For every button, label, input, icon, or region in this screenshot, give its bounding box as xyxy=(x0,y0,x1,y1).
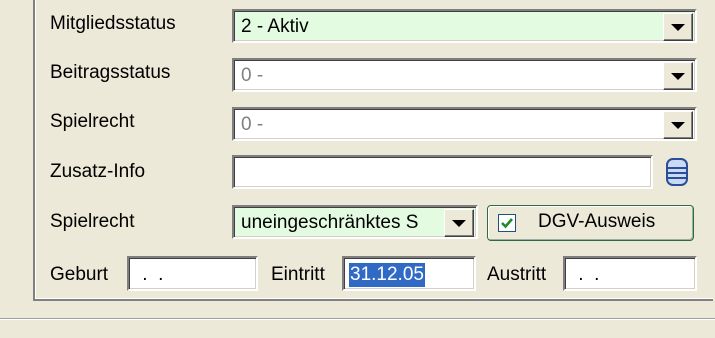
geburt-input[interactable]: . . xyxy=(127,256,258,291)
eintritt-value: 31.12.05 xyxy=(349,263,425,287)
geburt-value: . . xyxy=(137,264,164,285)
geburt-label: Geburt xyxy=(50,264,109,285)
divider xyxy=(0,318,715,320)
spielrecht2-select[interactable]: uneingeschränktes S xyxy=(232,205,478,239)
zusatzinfo-list-button[interactable] xyxy=(662,155,692,189)
mitgliedsstatus-select[interactable]: 2 - Aktiv xyxy=(232,9,697,43)
eintritt-label: Eintritt xyxy=(271,264,325,285)
triangle-down-icon xyxy=(671,121,685,129)
spielrecht2-label: Spielrecht xyxy=(50,211,135,232)
mitgliedsstatus-value: 2 - Aktiv xyxy=(241,16,309,37)
spielrecht-select[interactable]: 0 - xyxy=(232,107,697,141)
checkmark-icon xyxy=(501,218,513,229)
austritt-value: . . xyxy=(573,264,600,285)
austritt-input[interactable]: . . xyxy=(563,256,697,291)
beitragsstatus-select[interactable]: 0 - xyxy=(232,58,697,92)
list-icon xyxy=(666,158,688,186)
beitragsstatus-value: 0 - xyxy=(241,65,264,86)
dgv-ausweis-button[interactable]: DGV-Ausweis xyxy=(487,205,694,241)
spielrecht2-dropdown-button[interactable] xyxy=(444,209,474,237)
mitgliedsstatus-dropdown-button[interactable] xyxy=(663,13,693,41)
mitgliedsstatus-label: Mitgliedsstatus xyxy=(50,13,176,34)
spielrecht-dropdown-button[interactable] xyxy=(663,111,693,139)
eintritt-input[interactable]: 31.12.05 xyxy=(342,256,476,291)
zusatzinfo-label: Zusatz-Info xyxy=(50,161,146,182)
triangle-down-icon xyxy=(452,219,466,227)
triangle-down-icon xyxy=(671,72,685,80)
triangle-down-icon xyxy=(671,23,685,31)
beitragsstatus-dropdown-button[interactable] xyxy=(663,62,693,90)
spielrecht-value: 0 - xyxy=(241,114,264,135)
dgv-ausweis-label: DGV-Ausweis xyxy=(538,211,656,232)
dgv-ausweis-checkbox[interactable] xyxy=(498,214,516,232)
zusatzinfo-input[interactable] xyxy=(232,155,653,189)
spielrecht2-value: uneingeschränktes S xyxy=(241,212,419,233)
spielrecht-label: Spielrecht xyxy=(50,111,135,132)
beitragsstatus-label: Beitragsstatus xyxy=(50,62,171,83)
austritt-label: Austritt xyxy=(487,264,547,285)
